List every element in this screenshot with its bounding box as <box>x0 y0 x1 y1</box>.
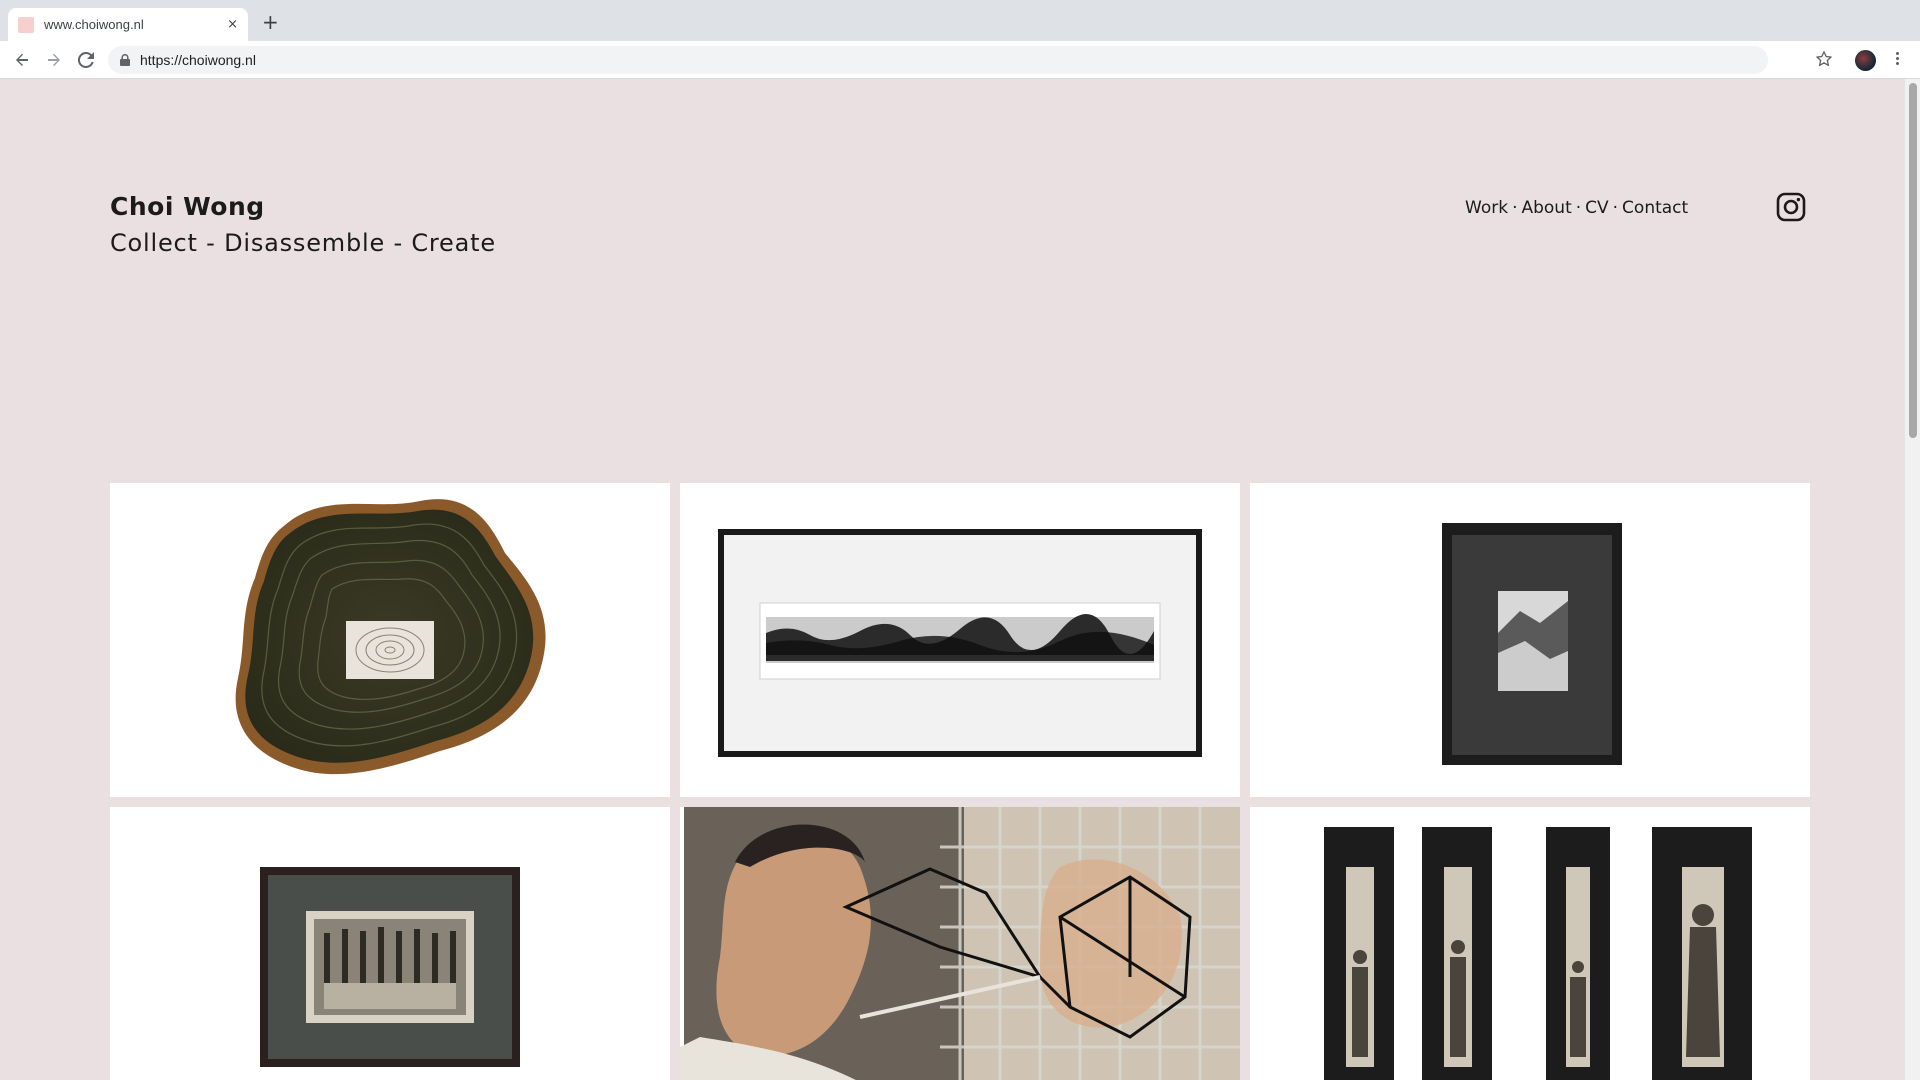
gallery-item-group-photo[interactable] <box>110 807 670 1080</box>
browser-tab[interactable]: www.choiwong.nl × <box>8 8 248 41</box>
tab-title: www.choiwong.nl <box>44 17 144 32</box>
browser-toolbar: https://choiwong.nl <box>0 41 1920 79</box>
site-tagline: Collect - Disassemble - Create <box>110 229 496 257</box>
scrollbar-thumb[interactable] <box>1909 83 1917 438</box>
reload-icon[interactable] <box>74 48 98 72</box>
main-nav: Work · About · CV · Contact <box>1465 198 1688 218</box>
gallery-item-wire-geometry[interactable] <box>680 807 1240 1080</box>
kebab-menu-icon[interactable] <box>1893 50 1901 70</box>
address-bar[interactable]: https://choiwong.nl <box>108 46 1768 74</box>
nav-work[interactable]: Work <box>1465 198 1508 218</box>
page-scrollbar[interactable] <box>1904 79 1920 1080</box>
nav-about[interactable]: About <box>1521 198 1571 218</box>
nav-separator: · <box>1512 198 1518 218</box>
lock-icon <box>120 54 130 66</box>
instagram-icon[interactable] <box>1776 192 1806 222</box>
nav-separator: · <box>1575 198 1582 218</box>
forward-arrow-icon[interactable] <box>42 48 66 72</box>
site-title[interactable]: Choi Wong <box>110 192 265 221</box>
nav-cv[interactable]: CV <box>1585 198 1609 218</box>
url-text: https://choiwong.nl <box>140 52 256 68</box>
tab-close-icon[interactable]: × <box>227 17 238 32</box>
gallery-item-tree-ring[interactable] <box>110 483 670 797</box>
gallery-item-landscape-print[interactable] <box>680 483 1240 797</box>
back-arrow-icon[interactable] <box>10 48 34 72</box>
profile-avatar[interactable] <box>1855 50 1876 71</box>
new-tab-button[interactable]: + <box>262 12 279 32</box>
browser-tab-strip: www.choiwong.nl × + <box>0 0 1920 41</box>
gallery-item-four-portraits[interactable] <box>1250 807 1810 1080</box>
nav-contact[interactable]: Contact <box>1622 198 1688 218</box>
favicon-icon <box>18 16 34 33</box>
star-icon[interactable] <box>1815 50 1833 72</box>
web-page: Choi Wong Collect - Disassemble - Create… <box>0 80 1904 1080</box>
gallery-item-small-photo[interactable] <box>1250 483 1810 797</box>
nav-separator: · <box>1612 198 1619 218</box>
